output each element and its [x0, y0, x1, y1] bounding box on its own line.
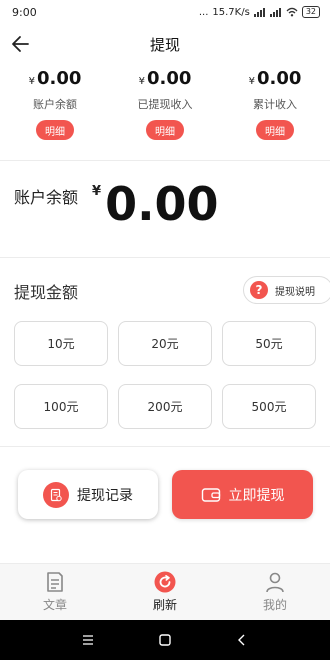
- amount-option-200[interactable]: 200元: [118, 384, 212, 429]
- currency-symbol: ¥: [248, 76, 255, 87]
- help-label: 提现说明: [275, 286, 315, 298]
- amount-option-500[interactable]: 500元: [222, 384, 316, 429]
- refresh-icon: [154, 571, 176, 593]
- withdraw-amount-title: 提现金额: [14, 283, 79, 302]
- stat-label: 已提现收入: [137, 98, 193, 111]
- signal-icon-2: [269, 7, 282, 17]
- stats-row: ¥ 0.00 账户余额 明细 ¥ 0.00 已提现收入 明细 ¥ 0.00 累计…: [0, 68, 330, 150]
- amount-options: 10元 20元 50元 100元 200元 500元: [14, 321, 316, 429]
- withdraw-record-button[interactable]: 提现记录: [18, 470, 158, 519]
- status-time: 9:00: [12, 5, 37, 19]
- withdraw-help-button[interactable]: ? 提现说明: [243, 276, 330, 304]
- currency-symbol: ¥: [138, 76, 145, 87]
- home-square-icon: [159, 634, 171, 646]
- stat-account-balance: ¥ 0.00 账户余额 明细: [0, 68, 110, 150]
- detail-button[interactable]: 明细: [256, 120, 294, 140]
- divider: [0, 257, 330, 258]
- bottom-tab-bar: 文章 刷新 我的: [0, 563, 330, 620]
- tab-articles[interactable]: 文章: [0, 564, 110, 620]
- battery-icon: 32: [301, 6, 320, 18]
- detail-button[interactable]: 明细: [146, 120, 184, 140]
- balance-label: 账户余额: [14, 188, 79, 207]
- signal-icon: [253, 7, 266, 17]
- balance-amount: 0.00: [105, 177, 219, 231]
- back-nav-button[interactable]: [227, 625, 257, 655]
- stat-withdrawn-income: ¥ 0.00 已提现收入 明细: [110, 68, 220, 150]
- title-bar: 提现: [0, 24, 330, 64]
- stat-value: 0.00: [256, 68, 302, 89]
- tab-label: 文章: [42, 598, 67, 612]
- stat-value: 0.00: [36, 68, 82, 89]
- question-icon: ?: [250, 281, 268, 299]
- wallet-icon: [201, 487, 220, 502]
- action-buttons: 提现记录 立即提现: [0, 470, 330, 520]
- home-nav-button[interactable]: [150, 625, 180, 655]
- tab-mine[interactable]: 我的: [220, 564, 330, 620]
- menu-icon: [83, 635, 94, 645]
- tab-label: 刷新: [152, 598, 177, 612]
- wifi-icon: [286, 7, 298, 17]
- stat-label: 累计收入: [253, 98, 297, 111]
- stat-amount: ¥ 0.00: [249, 68, 302, 94]
- status-dots: ...: [198, 6, 209, 18]
- amount-option-20[interactable]: 20元: [118, 321, 212, 366]
- withdraw-now-label: 立即提现: [228, 487, 285, 504]
- divider: [0, 160, 330, 161]
- currency-symbol: ¥: [28, 76, 35, 87]
- balance-currency: ¥: [92, 184, 102, 199]
- page-title: 提现: [149, 35, 180, 54]
- amount-option-10[interactable]: 10元: [14, 321, 108, 366]
- stat-amount: ¥ 0.00: [139, 68, 192, 94]
- back-button[interactable]: [10, 33, 34, 55]
- network-speed: 15.7K/s: [212, 6, 250, 18]
- tab-label: 我的: [262, 598, 287, 612]
- chevron-left-icon: [237, 634, 245, 646]
- record-icon: [43, 481, 69, 508]
- user-icon: [266, 572, 284, 593]
- amount-option-50[interactable]: 50元: [222, 321, 316, 366]
- divider: [0, 446, 330, 447]
- stat-total-income: ¥ 0.00 累计收入 明细: [220, 68, 330, 150]
- record-label: 提现记录: [77, 487, 133, 504]
- balance-display: 账户余额 ¥ 0.00: [14, 178, 314, 238]
- detail-button[interactable]: 明细: [36, 120, 74, 140]
- stat-amount: ¥ 0.00: [29, 68, 82, 94]
- status-bar: 9:00 ... 15.7K/s 32: [0, 0, 330, 24]
- stat-value: 0.00: [146, 68, 192, 89]
- system-nav-bar: [0, 620, 330, 660]
- amount-option-100[interactable]: 100元: [14, 384, 108, 429]
- document-icon: [47, 572, 63, 592]
- withdraw-now-button[interactable]: 立即提现: [172, 470, 313, 519]
- tab-refresh[interactable]: 刷新: [110, 564, 220, 620]
- arrow-left-icon: [12, 36, 29, 52]
- stat-label: 账户余额: [33, 98, 77, 111]
- status-indicators: ... 15.7K/s 32: [199, 6, 320, 18]
- menu-nav-button[interactable]: [73, 625, 103, 655]
